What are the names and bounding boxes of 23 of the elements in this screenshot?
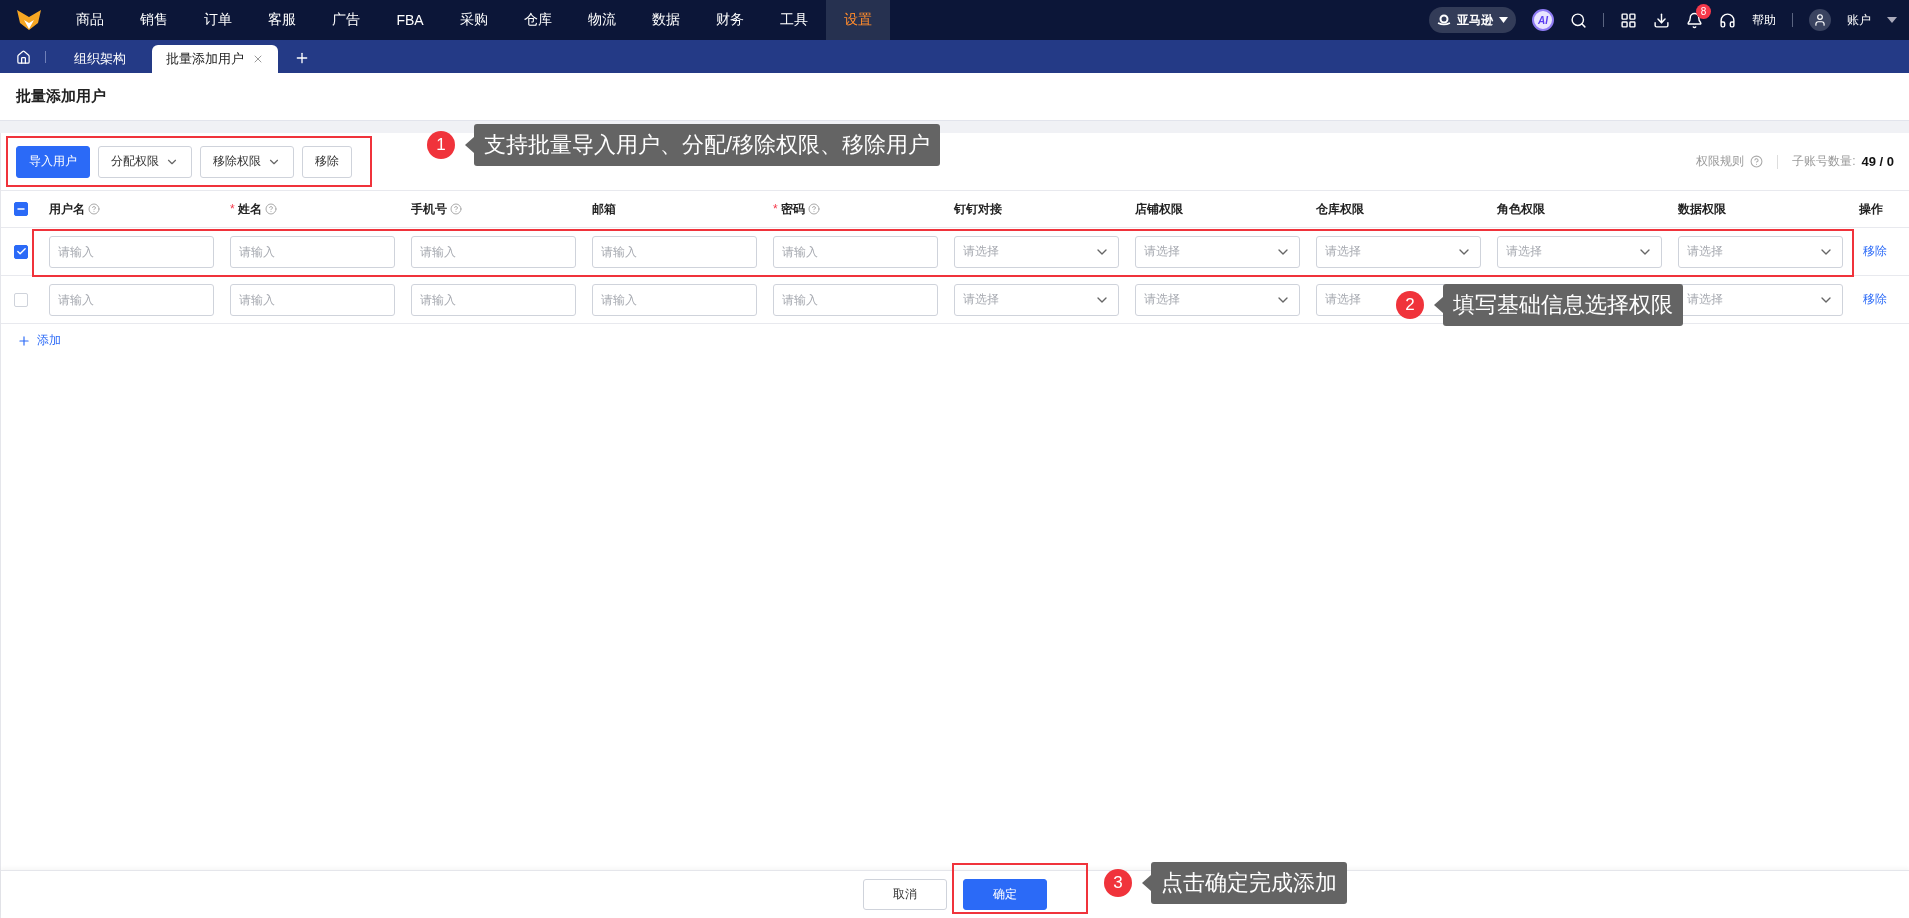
column-header: 店铺权限 — [1135, 200, 1183, 218]
column-header: 操作 — [1859, 200, 1883, 218]
required-mark: * — [773, 202, 778, 216]
quota-label: 子账号数量: — [1792, 153, 1856, 170]
step-number-badge: 3 — [1104, 869, 1132, 897]
column-header: 仓库权限 — [1316, 200, 1364, 218]
step-number-badge: 2 — [1396, 291, 1424, 319]
column-header: 钉钉对接 — [954, 200, 1002, 218]
page-title: 批量添加用户 — [16, 87, 106, 106]
column-header: 用户名 — [49, 200, 85, 218]
annotation-tooltip: 点击确定完成添加 — [1142, 862, 1347, 904]
annotation-tooltip: 支持批量导入用户、分配/移除权限、移除用户 — [465, 124, 941, 166]
column-header: 角色权限 — [1497, 200, 1545, 218]
column-header: 姓名 — [237, 200, 262, 218]
required-mark: * — [230, 202, 235, 216]
annotation-tooltip: 填写基础信息选择权限 — [1434, 284, 1683, 326]
column-header: 数据权限 — [1678, 200, 1726, 218]
quota-value: 49 / 0 — [1861, 154, 1894, 169]
column-header: 邮箱 — [592, 200, 616, 218]
step-number-badge: 1 — [427, 131, 455, 159]
notification-count: 8 — [1696, 3, 1711, 19]
column-header: 密码 — [780, 200, 805, 218]
column-header: 手机号 — [411, 200, 447, 218]
